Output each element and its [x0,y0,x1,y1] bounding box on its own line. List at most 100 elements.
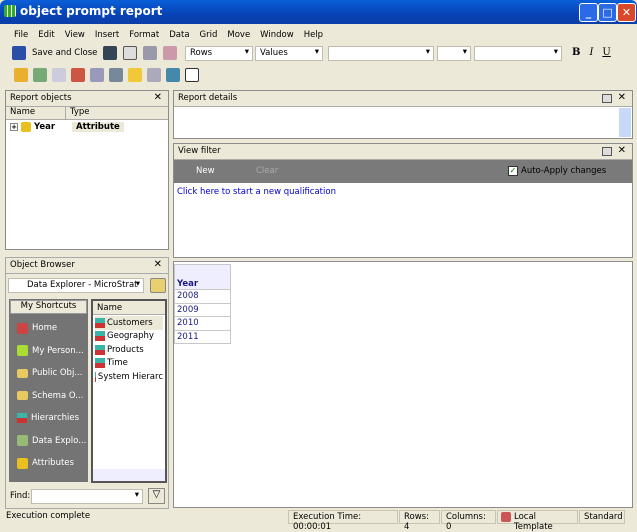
menu-help[interactable]: Help [302,30,325,40]
list-item[interactable]: Customers [95,316,163,330]
shortcut-attributes[interactable]: Attributes [9,452,88,475]
clear-button[interactable]: Clear [256,166,278,176]
view-filter-panel: View filter ✕ New Clear ✓ Auto-Apply chan… [173,143,633,258]
font-dropdown[interactable] [328,46,434,61]
execution-time: Execution Time: 00:00:01 [288,510,398,532]
close-icon[interactable]: ✕ [618,145,626,156]
close-icon[interactable]: ✕ [618,92,626,103]
auto-apply-checkbox[interactable]: ✓ [508,166,518,176]
object-browser-title: Object Browser [10,260,75,270]
print-preview-icon[interactable] [123,46,138,60]
menu-insert[interactable]: Insert [93,30,121,40]
wizard-icon[interactable] [14,68,28,82]
bold-button[interactable]: B [572,47,580,58]
list-item[interactable]: Time [95,357,163,371]
status-message: Execution complete [6,511,91,521]
vertical-scrollbar[interactable] [619,108,631,137]
expand-icon[interactable]: + [10,122,18,131]
menu-window[interactable]: Window [258,30,296,40]
menu-file[interactable]: File [12,30,30,40]
objects-icon[interactable] [71,68,85,82]
grid-cell[interactable]: 2008 [174,289,231,304]
underline-button[interactable]: U [602,47,610,58]
list-item[interactable]: Geography [95,330,163,344]
column-name[interactable]: Name [93,301,165,315]
notes-icon[interactable] [128,68,142,82]
hierarchy-icon [95,331,105,342]
menu-format[interactable]: Format [127,30,161,40]
find-label: Find: [10,491,31,501]
rows-dropdown[interactable]: Rows [185,46,253,61]
hierarchy-icon [95,317,105,328]
italic-button[interactable]: I [589,47,593,58]
shortcuts-title[interactable]: My Shortcuts [10,300,87,314]
menu-edit[interactable]: Edit [36,30,56,40]
save-and-close-button[interactable]: Save and Close [32,48,97,58]
prompt-icon[interactable] [52,68,66,82]
auto-apply-label: Auto-Apply changes [521,166,607,176]
list-item[interactable]: + Year Attribute [6,120,168,133]
view-filter-title: View filter [178,146,221,156]
list-item[interactable]: System Hierarc [95,370,163,384]
minimize-icon[interactable] [602,94,612,103]
list-item[interactable]: Products [95,343,163,357]
menu-view[interactable]: View [63,30,87,40]
values-dropdown[interactable]: Values [255,46,323,61]
filter-view-icon[interactable] [109,68,123,82]
new-qualification-link[interactable]: Click here to start a new qualification [174,183,632,201]
new-button[interactable]: New [196,166,215,176]
report-objects-panel: Report objects ✕ Name Type + Year Attribu… [5,90,169,250]
shortcut-schema-objects[interactable]: Schema O... [9,385,88,408]
style-dropdown[interactable] [474,46,562,61]
filter-icon[interactable]: ▽ [148,488,165,504]
folder-icon [17,391,28,401]
menu-move[interactable]: Move [225,30,252,40]
report-details-title: Report details [178,93,238,103]
horizontal-scrollbar[interactable] [93,469,165,481]
properties-icon[interactable] [163,46,178,60]
report-grid: Year 2008 2009 2010 2011 [173,261,633,508]
mode-indicator: Standard [579,510,625,524]
shortcut-public-objects[interactable]: Public Obj... [9,362,88,385]
shortcut-home[interactable]: Home [9,317,88,340]
maximize-button[interactable]: □ [598,3,617,22]
shortcut-hierarchies[interactable]: Hierarchies [9,407,88,430]
find-icon[interactable] [166,68,180,82]
grid-cell[interactable]: 2009 [174,302,231,317]
up-folder-icon[interactable] [150,278,166,293]
size-dropdown[interactable] [437,46,471,61]
minimize-button[interactable]: _ [579,3,598,22]
shortcut-data-explorer[interactable]: Data Explo... [9,430,88,453]
hierarchy-icon [17,413,27,424]
close-button[interactable]: ✕ [617,3,636,22]
pages-icon[interactable] [147,68,161,82]
minimize-icon[interactable] [602,147,612,156]
print-icon[interactable] [143,46,158,60]
close-icon[interactable]: ✕ [154,92,162,103]
hierarchy-icon [95,371,96,382]
grid-cell[interactable]: 2010 [174,316,231,331]
grid-cell[interactable]: 2011 [174,329,231,344]
menu-grid[interactable]: Grid [198,30,220,40]
column-name[interactable]: Name [6,107,66,119]
find-input[interactable] [31,489,143,504]
grid-header-year[interactable]: Year [174,264,231,290]
object-browser-panel: Object Browser ✕ Data Explorer - MicroStr… [5,257,169,509]
source-dropdown[interactable]: Data Explorer - MicroStrat [8,278,144,293]
menu-data[interactable]: Data [167,30,191,40]
book-icon[interactable] [103,46,118,60]
app-icon [4,5,16,17]
shortcut-icon[interactable] [185,68,199,82]
report-objects-title: Report objects [10,93,72,103]
title-bar: object prompt report _ □ ✕ [0,0,637,24]
template-icon [501,512,511,522]
home-icon [17,322,28,334]
grid-view-icon[interactable] [90,68,104,82]
column-type[interactable]: Type [66,107,90,119]
close-icon[interactable]: ✕ [154,259,162,270]
object-name: Year [34,121,56,132]
shortcut-my-personal[interactable]: My Person... [9,340,88,363]
attribute-icon [21,121,31,132]
insert-icon[interactable] [33,68,47,82]
hierarchy-icon [95,358,105,369]
